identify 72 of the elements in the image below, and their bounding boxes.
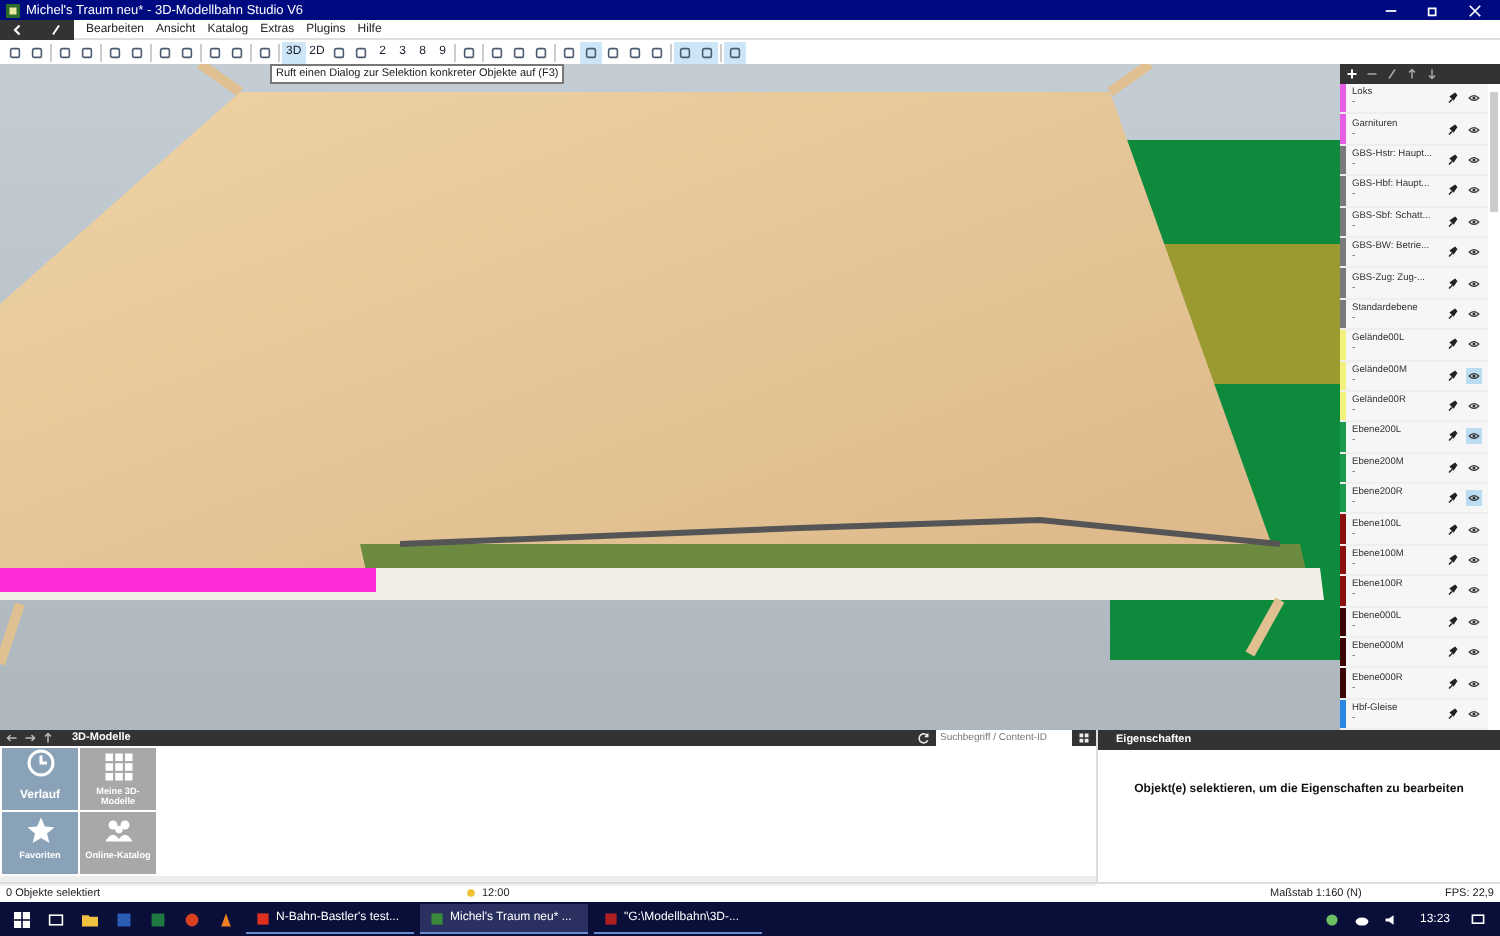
pin-icon[interactable] — [1444, 521, 1460, 538]
pin-icon[interactable] — [1444, 613, 1460, 630]
pin-icon[interactable] — [1444, 367, 1460, 384]
app-icon — [256, 911, 270, 925]
eye-icon[interactable] — [1466, 90, 1482, 107]
pin-icon[interactable] — [1444, 552, 1460, 569]
grid-view-icon[interactable] — [1078, 732, 1090, 744]
pin-icon[interactable] — [1444, 428, 1460, 445]
windows-start-icon[interactable] — [8, 911, 36, 927]
eye-icon[interactable] — [1466, 182, 1482, 199]
toolbar-icon[interactable] — [674, 41, 697, 63]
star-icon — [25, 816, 55, 846]
eye-icon[interactable] — [1466, 459, 1482, 476]
chevron-left-icon[interactable] — [12, 23, 25, 35]
eye-icon[interactable] — [1466, 552, 1482, 569]
pin-icon[interactable] — [1444, 582, 1460, 599]
eye-icon[interactable] — [1466, 582, 1482, 599]
pin-icon[interactable] — [1444, 213, 1460, 230]
pin-icon[interactable] — [1444, 459, 1460, 476]
refresh-icon[interactable] — [918, 732, 930, 744]
eye-icon[interactable] — [1466, 706, 1482, 722]
eye-icon[interactable] — [1466, 490, 1482, 507]
people-icon — [103, 816, 133, 846]
pin-icon[interactable] — [1444, 644, 1460, 661]
toolbar-icon[interactable] — [696, 41, 719, 63]
edit-icon[interactable] — [1386, 68, 1398, 80]
eye-icon[interactable] — [1466, 244, 1482, 261]
eye-icon[interactable] — [1466, 675, 1482, 692]
pin-icon[interactable] — [1444, 398, 1460, 415]
sun-icon — [466, 888, 476, 898]
eye-icon[interactable] — [1466, 613, 1482, 630]
pin-icon[interactable] — [1444, 336, 1460, 353]
pin-icon[interactable] — [1444, 121, 1460, 138]
app-icon — [430, 911, 444, 925]
pin-icon[interactable] — [1444, 90, 1460, 107]
grid-icon — [103, 752, 133, 782]
eye-icon[interactable] — [1466, 336, 1482, 353]
arrow-left-icon[interactable] — [6, 732, 18, 744]
eye-icon[interactable] — [1466, 151, 1482, 168]
pencil-icon[interactable] — [49, 23, 62, 35]
pin-icon[interactable] — [1444, 244, 1460, 261]
remove-icon[interactable] — [1366, 68, 1378, 80]
pin-icon[interactable] — [1444, 275, 1460, 292]
pin-icon[interactable] — [1444, 706, 1460, 722]
pin-icon[interactable] — [1444, 675, 1460, 692]
pin-icon[interactable] — [1444, 305, 1460, 322]
arrow-down-icon[interactable] — [1426, 68, 1438, 80]
pin-icon[interactable] — [1444, 182, 1460, 199]
eye-icon[interactable] — [1466, 213, 1482, 230]
arrow-up-icon[interactable] — [42, 732, 54, 744]
toolbar-icon[interactable] — [724, 41, 747, 63]
menu-toggle[interactable] — [0, 19, 74, 39]
arrow-right-icon[interactable] — [24, 732, 36, 744]
eye-icon[interactable] — [1466, 275, 1482, 292]
eye-icon[interactable] — [1466, 367, 1482, 384]
eye-icon[interactable] — [1466, 305, 1482, 322]
add-icon[interactable] — [1346, 68, 1358, 80]
pin-icon[interactable] — [1444, 151, 1460, 168]
folder-icon[interactable] — [76, 911, 104, 927]
eye-icon[interactable] — [1466, 644, 1482, 661]
eye-icon[interactable] — [1466, 521, 1482, 538]
eye-icon[interactable] — [1466, 121, 1482, 138]
app-icon — [6, 3, 20, 17]
eye-icon[interactable] — [1466, 398, 1482, 415]
eye-icon[interactable] — [1466, 428, 1482, 445]
app-icon — [604, 911, 618, 925]
close-icon[interactable] — [1468, 3, 1482, 17]
toolbar-icon[interactable] — [580, 41, 603, 63]
restore-icon[interactable] — [1426, 3, 1440, 17]
clock-icon — [25, 748, 55, 778]
pin-icon[interactable] — [1444, 490, 1460, 507]
arrow-up-icon[interactable] — [1406, 68, 1418, 80]
